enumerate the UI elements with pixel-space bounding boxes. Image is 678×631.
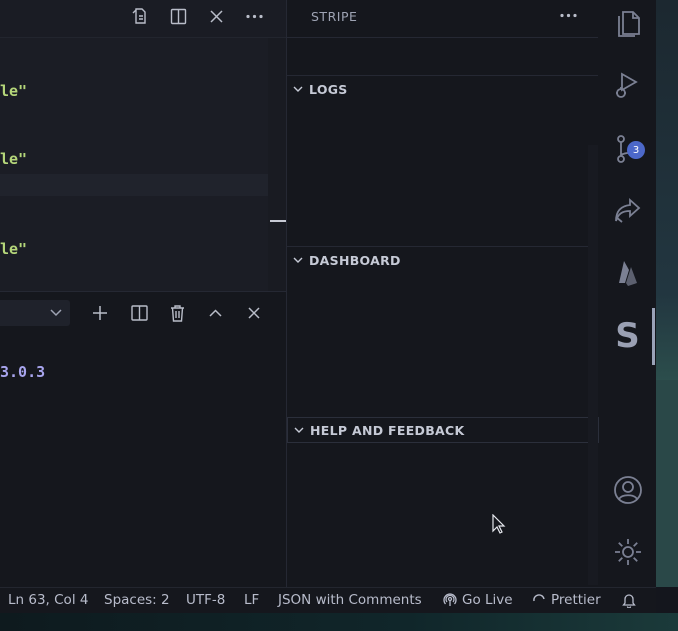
mouse-cursor-icon [492, 514, 506, 534]
split-terminal-icon[interactable] [128, 302, 150, 324]
account-icon[interactable] [599, 462, 656, 518]
section-label: HELP AND FEEDBACK [310, 422, 465, 438]
chevron-down-icon [288, 427, 310, 434]
current-line-highlight [0, 174, 268, 196]
desktop-wallpaper [0, 613, 678, 631]
editor-tab-bar [0, 0, 286, 38]
stripe-sidebar: STRIPE LOGS DASHBOARD HELP AND FEEDBACK [287, 0, 599, 587]
chevron-down-icon [287, 257, 309, 264]
encoding[interactable]: UTF-8 [186, 592, 225, 608]
source-control-badge: 3 [627, 141, 645, 159]
split-editor-icon[interactable] [167, 5, 189, 27]
sidebar-scrollbar[interactable] [588, 145, 598, 585]
terminal-output: 3.0.3 [0, 363, 46, 381]
code-line: le" [0, 240, 28, 258]
trash-icon[interactable] [166, 302, 188, 324]
indentation[interactable]: Spaces: 2 [104, 592, 170, 608]
desktop-wallpaper [656, 380, 678, 587]
section-dashboard[interactable]: DASHBOARD [287, 247, 598, 273]
prettier-button[interactable]: Prettier [532, 592, 601, 608]
close-panel-icon[interactable] [243, 302, 265, 324]
firebase-icon[interactable] [599, 245, 656, 301]
code-line: le" [0, 150, 28, 168]
remote-share-icon[interactable] [599, 183, 656, 239]
stripe-icon[interactable]: S [599, 308, 656, 364]
go-live-button[interactable]: Go Live [443, 592, 513, 608]
new-terminal-icon[interactable] [89, 302, 111, 324]
maximize-panel-icon[interactable] [204, 302, 226, 324]
close-editor-icon[interactable] [205, 5, 227, 27]
notifications-bell-icon[interactable] [622, 593, 636, 608]
open-preview-icon[interactable] [129, 5, 151, 27]
editor-scrollbar[interactable] [268, 38, 286, 291]
code-editor[interactable]: le" le" le" [0, 38, 286, 291]
language-mode[interactable]: JSON with Comments [278, 592, 422, 608]
code-line: le" [0, 82, 28, 100]
more-actions-icon[interactable] [243, 5, 265, 27]
active-item-indicator [652, 308, 655, 365]
section-label: LOGS [309, 81, 348, 97]
prettier-label: Prettier [551, 592, 601, 608]
stripe-logo: S [615, 316, 640, 356]
sidebar-title: STRIPE [311, 9, 358, 24]
chevron-down-icon [287, 86, 309, 93]
terminal[interactable]: 3.0.3 [0, 335, 286, 587]
cursor-position[interactable]: Ln 63, Col 4 [8, 592, 88, 608]
run-debug-icon[interactable] [599, 57, 656, 113]
section-help-and-feedback[interactable]: HELP AND FEEDBACK [287, 417, 599, 443]
sidebar-more-icon[interactable] [557, 4, 579, 26]
files-icon[interactable] [599, 0, 656, 51]
spinner-icon [533, 594, 545, 602]
end-of-line[interactable]: LF [244, 592, 259, 608]
terminal-select-dropdown[interactable] [0, 300, 70, 326]
status-bar: Ln 63, Col 4 Spaces: 2 UTF-8 LF JSON wit… [0, 587, 656, 614]
chevron-down-icon [45, 302, 67, 324]
broadcast-icon [443, 593, 457, 606]
source-control-icon[interactable]: 3 [599, 121, 656, 177]
go-live-label: Go Live [462, 592, 513, 608]
section-logs[interactable]: LOGS [287, 76, 598, 102]
section-label: DASHBOARD [309, 252, 401, 268]
activity-bar: 3 S [599, 0, 656, 587]
settings-gear-icon[interactable] [599, 524, 656, 580]
scrollbar-cursor-marker [270, 220, 286, 222]
section-divider [287, 37, 598, 38]
